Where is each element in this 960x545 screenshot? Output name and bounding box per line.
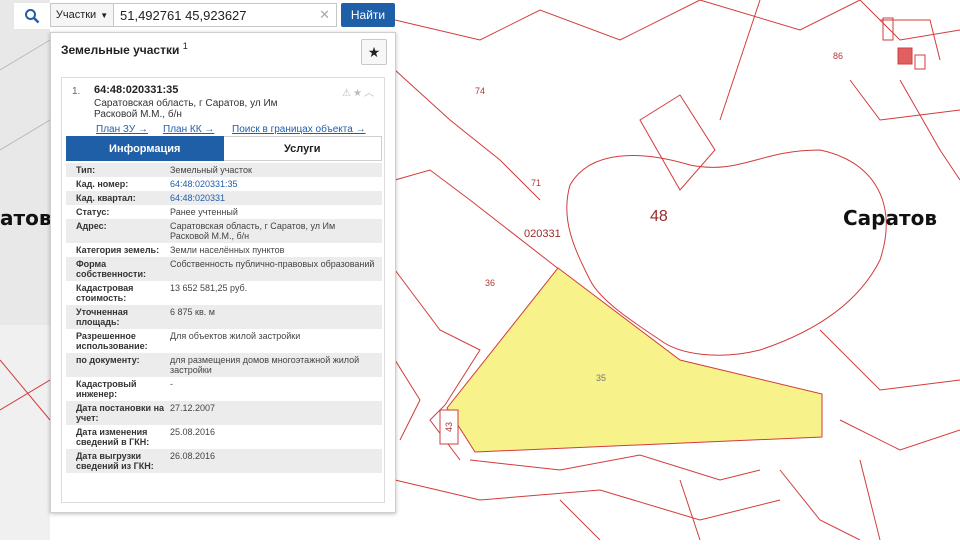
table-row: Разрешенное использование: Для объектов ж… (66, 329, 382, 353)
map-label-020331: 020331 (524, 228, 561, 240)
row-key: Кад. номер: (76, 179, 129, 189)
chevron-down-icon: ▼ (100, 10, 109, 20)
parcel-card: 1. 64:48:020331:35 Саратовская область, … (61, 77, 385, 503)
table-row: Категория земель: Земли населённых пункто… (66, 243, 382, 257)
row-value: для размещения домов многоэтажной жилой … (170, 355, 360, 375)
table-row: Кадастровая стоимость: 13 652 581,25 руб. (66, 281, 382, 305)
table-row: Кад. номер: 64:48:020331:35 (66, 177, 382, 191)
link-plan-kk[interactable]: План КК → (163, 124, 214, 135)
star-icon[interactable]: ★ (353, 88, 364, 99)
row-key: Дата постановки на учет: (76, 403, 165, 423)
table-row: по документу: для размещения домов многоэ… (66, 353, 382, 377)
star-icon: ★ (367, 43, 381, 60)
cadastral-number-title[interactable]: 64:48:020331:35 (94, 84, 178, 96)
row-value: Для объектов жилой застройки (170, 331, 301, 341)
map-label-86: 86 (833, 51, 844, 61)
row-value: 25.08.2016 (170, 427, 216, 437)
row-key: Кад. квартал: (76, 193, 136, 203)
table-row: Тип: Земельный участок (66, 163, 382, 177)
category-select-label: Участки (55, 9, 97, 21)
result-count: 1 (182, 41, 188, 51)
parcel-address: Саратовская область, г Саратов, ул Им Ра… (94, 98, 278, 120)
row-key: Кадастровая стоимость: (76, 283, 134, 303)
city-label-right: Саратов (843, 206, 937, 230)
row-value: Саратовская область, г Саратов, ул Им Ра… (170, 221, 336, 241)
category-select[interactable]: Участки ▼ (50, 3, 114, 27)
row-value: 26.08.2016 (170, 451, 216, 461)
row-value: Ранее учтенный (170, 207, 238, 217)
panel-title: Земельные участки 1 (61, 41, 188, 57)
row-value: Земельный участок (170, 165, 252, 175)
row-key: Разрешенное использование: (76, 331, 148, 351)
row-value-link[interactable]: 64:48:020331:35 (170, 179, 382, 189)
table-row: Дата изменения сведений в ГКН: 25.08.2016 (66, 425, 382, 449)
results-panel: Земельные участки 1 ★ 1. 64:48:020331:35… (50, 32, 396, 513)
city-label-left: атов (0, 206, 52, 230)
tab-services[interactable]: Услуги (223, 136, 382, 161)
row-value: - (170, 379, 173, 389)
row-key: по документу: (76, 355, 140, 365)
chevron-up-icon[interactable]: ︿ (364, 88, 376, 99)
table-row: Дата выгрузки сведений из ГКН: 26.08.2016 (66, 449, 382, 473)
search-icon[interactable] (14, 3, 50, 29)
link-search-within[interactable]: Поиск в границах объекта → (232, 124, 366, 135)
search-input-value: 51,492761 45,923627 (120, 7, 247, 23)
row-value: 13 652 581,25 руб. (170, 283, 248, 293)
map-label-48: 48 (650, 208, 668, 225)
search-bar: Участки ▼ 51,492761 45,923627 ✕ Найти (14, 3, 395, 29)
warning-icon[interactable]: ⚠ (342, 88, 353, 99)
map-label-35: 35 (596, 373, 607, 383)
row-key: Тип: (76, 165, 96, 175)
table-row: Статус: Ранее учтенный (66, 205, 382, 219)
table-row: Форма собственности: Собственность публич… (66, 257, 382, 281)
table-row: Адрес: Саратовская область, г Саратов, ул… (66, 219, 382, 243)
table-row: Уточненная площадь: 6 875 кв. м (66, 305, 382, 329)
tab-information[interactable]: Информация (66, 136, 224, 161)
map-label-43: 43 (444, 421, 455, 433)
map-label-71: 71 (531, 178, 542, 188)
row-value: 27.12.2007 (170, 403, 216, 413)
find-button[interactable]: Найти (341, 3, 395, 27)
map-label-74: 74 (475, 86, 486, 96)
search-input[interactable]: 51,492761 45,923627 ✕ (114, 3, 337, 27)
row-value-link[interactable]: 64:48:020331 (170, 193, 382, 203)
row-key: Уточненная площадь: (76, 307, 128, 327)
table-row: Дата постановки на учет: 27.12.2007 (66, 401, 382, 425)
row-key: Статус: (76, 207, 110, 217)
row-value: Собственность публично-правовых образова… (170, 259, 375, 269)
close-icon[interactable]: ✕ (319, 7, 330, 23)
row-key: Форма собственности: (76, 259, 146, 279)
result-index: 1. (72, 86, 81, 97)
row-key: Дата изменения сведений в ГКН: (76, 427, 150, 447)
row-key: Кадастровый инженер: (76, 379, 137, 399)
panel-title-text: Земельные участки (61, 43, 180, 57)
card-actions: ⚠★︿ (342, 84, 376, 99)
row-value: 6 875 кв. м (170, 307, 215, 317)
map-label-36: 36 (485, 278, 496, 288)
table-row: Кад. квартал: 64:48:020331 (66, 191, 382, 205)
row-key: Категория земель: (76, 245, 160, 255)
row-value: Земли населённых пунктов (170, 245, 285, 255)
row-key: Дата выгрузки сведений из ГКН: (76, 451, 154, 471)
favorite-button[interactable]: ★ (361, 39, 387, 65)
table-row: Кадастровый инженер: - (66, 377, 382, 401)
attributes-table: Тип: Земельный участок Кад. номер: 64:48:0… (66, 163, 382, 473)
link-plan-zu[interactable]: План ЗУ → (96, 124, 148, 135)
row-key: Адрес: (76, 221, 107, 231)
card-tabs: Информация Услуги (66, 136, 382, 161)
